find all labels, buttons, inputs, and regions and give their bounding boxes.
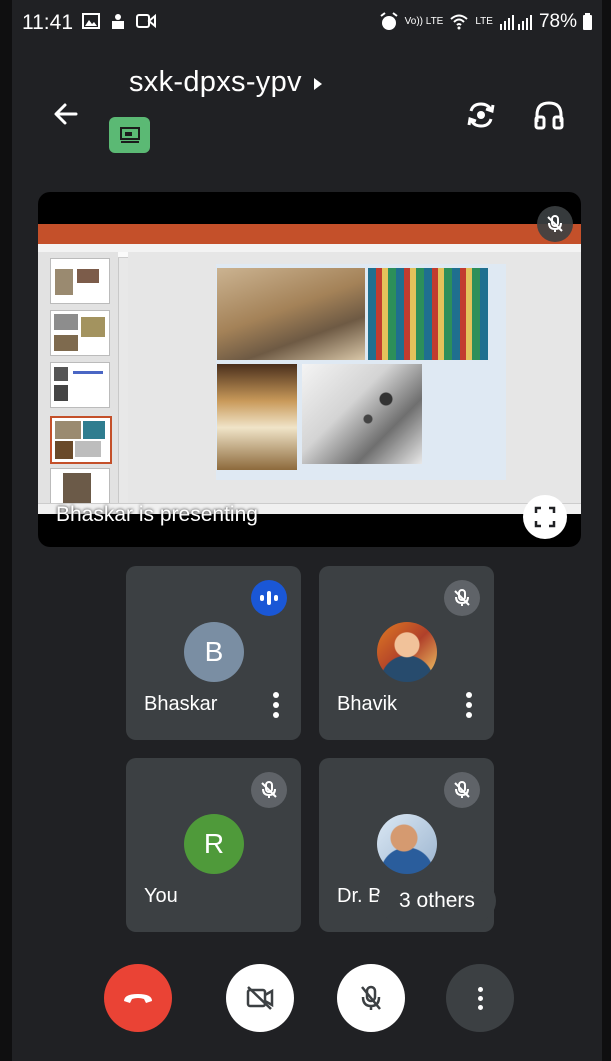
slide-photo-building [217,268,365,360]
mic-off-icon [261,781,277,798]
slide-photo-mural [368,268,488,360]
status-left-icons [82,12,156,30]
meeting-title-row[interactable]: sxk-dpxs-ypv [129,66,322,99]
mic-off-icon [547,215,563,232]
wifi-icon [450,14,469,30]
mic-off-icon [454,589,470,606]
slide-thumbnail [50,258,110,304]
companion-device-badge[interactable] [109,117,150,153]
fullscreen-button[interactable] [523,495,567,539]
mic-off-icon [361,985,381,1010]
cast-device-icon [119,127,140,143]
shared-screen-content [38,224,581,514]
video-icon [136,13,156,29]
slide-photo-kiosk [217,364,297,470]
gallery-icon [82,13,100,29]
muted-indicator [444,772,480,808]
battery-icon [583,12,592,30]
participant-name: You [144,885,178,907]
ppt-title-bar [38,224,581,234]
slide-thumbnail-selected [50,416,112,464]
participant-name: Bhaskar [144,693,218,715]
meet-notification-icon [112,14,124,29]
phone-hangup-icon [124,994,152,1003]
more-options-menu-button[interactable] [446,964,514,1032]
participant-tile-you[interactable]: R You [126,758,301,932]
participant-tile-bhavik[interactable]: Bhavik [319,566,494,740]
ppt-body [38,252,581,514]
avatar-initial: R [203,828,225,859]
more-options-button[interactable] [466,692,472,718]
avatar: R [184,814,244,874]
others-count-pill[interactable]: 3 others [378,880,496,922]
avatar: B [184,622,244,682]
speaking-indicator [251,580,287,616]
current-slide [216,264,506,480]
ppt-ribbon [38,234,581,244]
status-bar: 11:41 Vo)) LTE LTE 78% [12,0,602,44]
avatar-initial: B [204,636,224,667]
muted-indicator [251,772,287,808]
more-options-button[interactable] [273,692,279,718]
meet-screen: 11:41 Vo)) LTE LTE 78% sxk-dpxs-ypv Bhas… [12,0,602,1061]
caret-right-icon[interactable] [313,77,322,90]
back-arrow-icon[interactable] [50,98,82,130]
switch-camera-icon[interactable] [464,98,498,132]
slide-photo-tree-art [302,364,422,464]
battery-percent: 78% [538,11,577,32]
avatar-photo [377,814,437,874]
more-vert-icon [477,986,483,1010]
meeting-code[interactable]: sxk-dpxs-ypv [129,66,302,99]
slide-thumbnail [50,362,110,408]
volte-label: Vo)) LTE [404,16,444,27]
muted-indicator [444,580,480,616]
participant-name: Bhavik [337,693,398,715]
end-call-button[interactable] [104,964,172,1032]
mic-toggle-button[interactable] [337,964,405,1032]
status-right-icons: Vo)) LTE LTE 78% [379,11,592,33]
camera-toggle-button[interactable] [226,964,294,1032]
presenter-mic-off-badge [537,206,573,242]
mic-off-icon [454,781,470,798]
avatar-photo [377,622,437,682]
alarm-icon [380,12,398,30]
participant-tile-bhaskar[interactable]: B Bhaskar [126,566,301,740]
presenter-label: Bhaskar is presenting [56,503,258,526]
slide-thumbnail [50,310,110,356]
lte-label: LTE [475,16,493,27]
others-label: 3 others [399,889,475,912]
headphones-icon[interactable] [532,98,566,132]
camera-off-icon [246,986,274,1010]
slide-editor [128,252,581,504]
status-time: 11:41 [22,11,73,34]
slide-thumbnails [38,252,119,514]
signal-icon [499,15,532,30]
presentation-tile[interactable]: Bhaskar is presenting [38,192,581,547]
fullscreen-icon [534,506,556,528]
